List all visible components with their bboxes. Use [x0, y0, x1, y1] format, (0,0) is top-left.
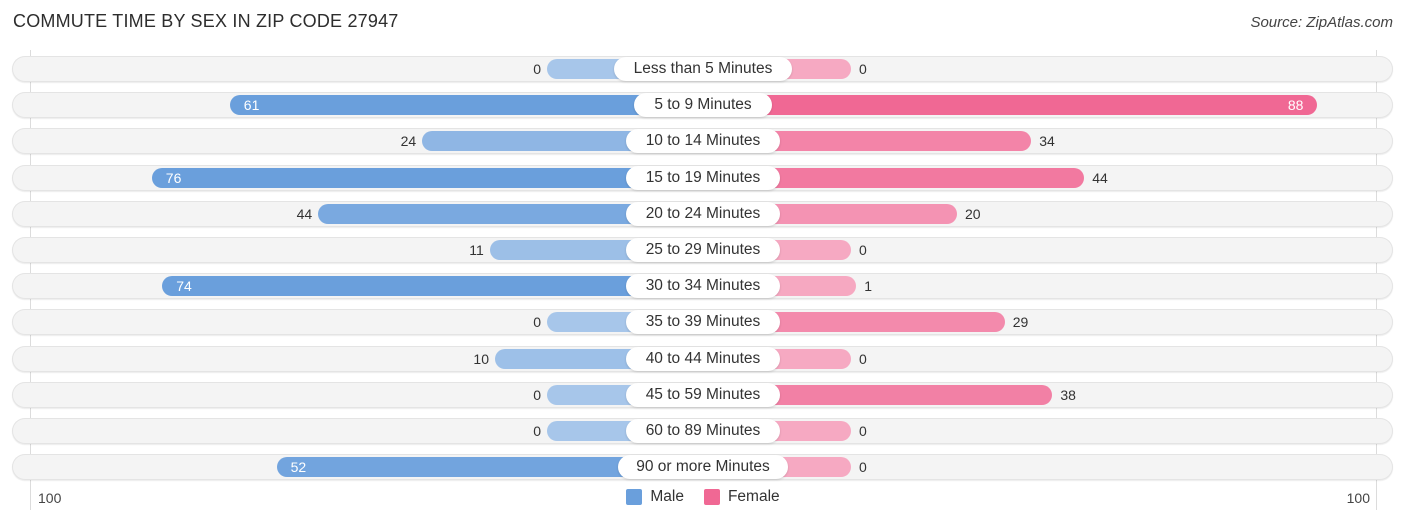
value-label-male: 10 [473, 351, 489, 367]
value-label-female: 0 [859, 351, 867, 367]
value-label-male: 44 [296, 206, 313, 222]
legend-item-female[interactable]: Female [703, 488, 780, 506]
category-label: 35 to 39 Minutes [626, 310, 780, 334]
category-label: 90 or more Minutes [618, 455, 788, 479]
value-label-female: 34 [1039, 133, 1055, 149]
category-label: 20 to 24 Minutes [626, 202, 780, 226]
value-label-male: 61 [243, 97, 260, 113]
legend: Male Female [0, 488, 1406, 506]
legend-swatch-female [703, 489, 720, 505]
category-label: 15 to 19 Minutes [626, 166, 780, 190]
category-label: Less than 5 Minutes [614, 57, 792, 81]
category-label: 40 to 44 Minutes [626, 347, 780, 371]
category-label: 5 to 9 Minutes [634, 93, 772, 117]
category-label: 60 to 89 Minutes [626, 419, 780, 443]
chart-title: COMMUTE TIME BY SEX IN ZIP CODE 27947 [13, 11, 399, 31]
category-label: 30 to 34 Minutes [626, 274, 780, 298]
value-label-male: 0 [533, 61, 541, 77]
value-label-male: 0 [533, 387, 541, 403]
value-label-female: 20 [965, 206, 981, 222]
value-label-female: 29 [1012, 314, 1029, 330]
bar-female[interactable] [700, 95, 1318, 115]
value-label-male: 52 [290, 459, 307, 475]
value-label-female: 1 [864, 278, 873, 294]
value-label-male: 11 [469, 242, 484, 258]
value-label-female: 0 [859, 61, 867, 77]
value-label-male: 24 [400, 133, 417, 149]
category-label: 10 to 14 Minutes [626, 129, 780, 153]
legend-label-male: Male [650, 488, 684, 505]
value-label-female: 38 [1060, 387, 1076, 403]
category-label: 45 to 59 Minutes [626, 383, 780, 407]
value-label-male: 0 [533, 314, 541, 330]
legend-swatch-male [626, 489, 643, 505]
value-label-male: 74 [176, 278, 192, 294]
legend-label-female: Female [727, 488, 780, 505]
value-label-female: 0 [859, 242, 867, 258]
value-label-female: 0 [859, 459, 867, 475]
value-label-female: 88 [1287, 97, 1304, 113]
value-label-female: 44 [1092, 170, 1108, 186]
source-label: Source: ZipAtlas.com [1250, 14, 1393, 31]
value-label-female: 0 [859, 423, 867, 439]
value-label-male: 76 [165, 170, 182, 186]
legend-item-male[interactable]: Male [626, 488, 684, 506]
category-label: 25 to 29 Minutes [626, 238, 780, 262]
value-label-male: 0 [533, 423, 541, 439]
